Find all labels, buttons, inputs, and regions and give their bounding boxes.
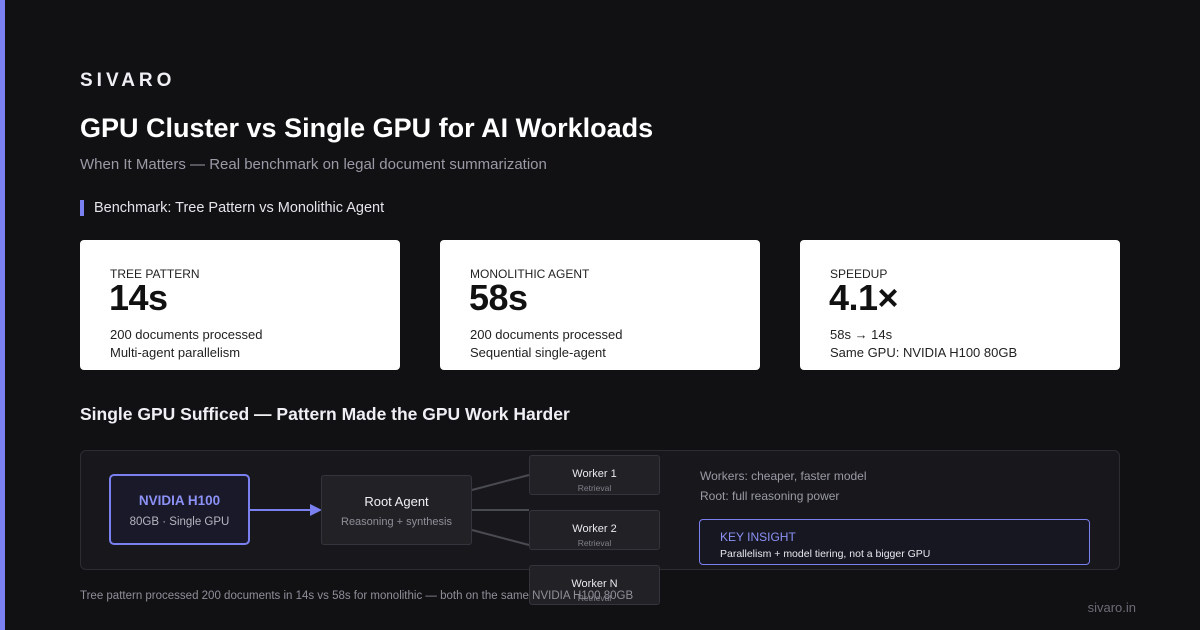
diagram-note-workers: Workers: cheaper, faster model (700, 469, 867, 483)
key-insight-title: KEY INSIGHT (720, 530, 796, 544)
section-label-benchmark: Benchmark: Tree Pattern vs Monolithic Ag… (80, 200, 384, 216)
footnote: Tree pattern processed 200 documents in … (80, 590, 634, 602)
brand-logo: SIVARO (80, 70, 176, 91)
stat-value: 58s (469, 277, 528, 318)
gpu-node-title: NVIDIA H100 (138, 493, 221, 508)
stat-detail: Multi-agent parallelism (110, 345, 241, 360)
site-url: sivaro.in (1087, 600, 1136, 615)
stat-detail: Sequential single-agent (470, 345, 606, 360)
root-agent-title: Root Agent (364, 494, 429, 509)
stat-value: 14s (109, 277, 168, 318)
gpu-node-subtitle: 80GB · Single GPU (129, 516, 230, 528)
key-insight-text: Parallelism + model tiering, not a bigge… (720, 548, 931, 560)
worker-node-2: Worker 2 Retrieval (529, 510, 660, 550)
worker-subtitle: Retrieval (577, 483, 612, 493)
stat-value: 4.1× (829, 277, 899, 318)
root-agent-subtitle: Reasoning + synthesis (341, 516, 452, 528)
accent-bar (0, 0, 5, 630)
worker-subtitle: Retrieval (577, 538, 612, 548)
page-title: GPU Cluster vs Single GPU for AI Workloa… (80, 113, 654, 143)
section-heading-diagram: Single GPU Sufficed — Pattern Made the G… (80, 404, 570, 424)
stat-card-monolithic: MONOLITHIC AGENT 58s 200 documents proce… (440, 240, 760, 370)
worker-title: Worker 2 (572, 523, 617, 535)
worker-title: Worker 1 (572, 468, 617, 480)
stat-detail: 200 documents processed (470, 327, 623, 342)
stat-detail: 200 documents processed (110, 327, 263, 342)
worker-node-1: Worker 1 Retrieval (529, 455, 660, 495)
stat-card-speedup: SPEEDUP 4.1× 58s → 14s Same GPU: NVIDIA … (800, 240, 1120, 370)
worker-title: Worker N (571, 578, 618, 590)
stat-card-tree: TREE PATTERN 14s 200 documents processed… (80, 240, 400, 370)
gpu-node: NVIDIA H100 80GB · Single GPU (109, 474, 250, 545)
diagram-note-root: Root: full reasoning power (700, 489, 840, 503)
stat-detail: 58s → 14s (830, 327, 893, 342)
key-insight-box: KEY INSIGHT Parallelism + model tiering,… (699, 519, 1090, 565)
root-agent-node: Root Agent Reasoning + synthesis (321, 475, 472, 545)
stat-detail: Same GPU: NVIDIA H100 80GB (830, 345, 1018, 360)
page-subtitle: When It Matters — Real benchmark on lega… (80, 156, 547, 173)
